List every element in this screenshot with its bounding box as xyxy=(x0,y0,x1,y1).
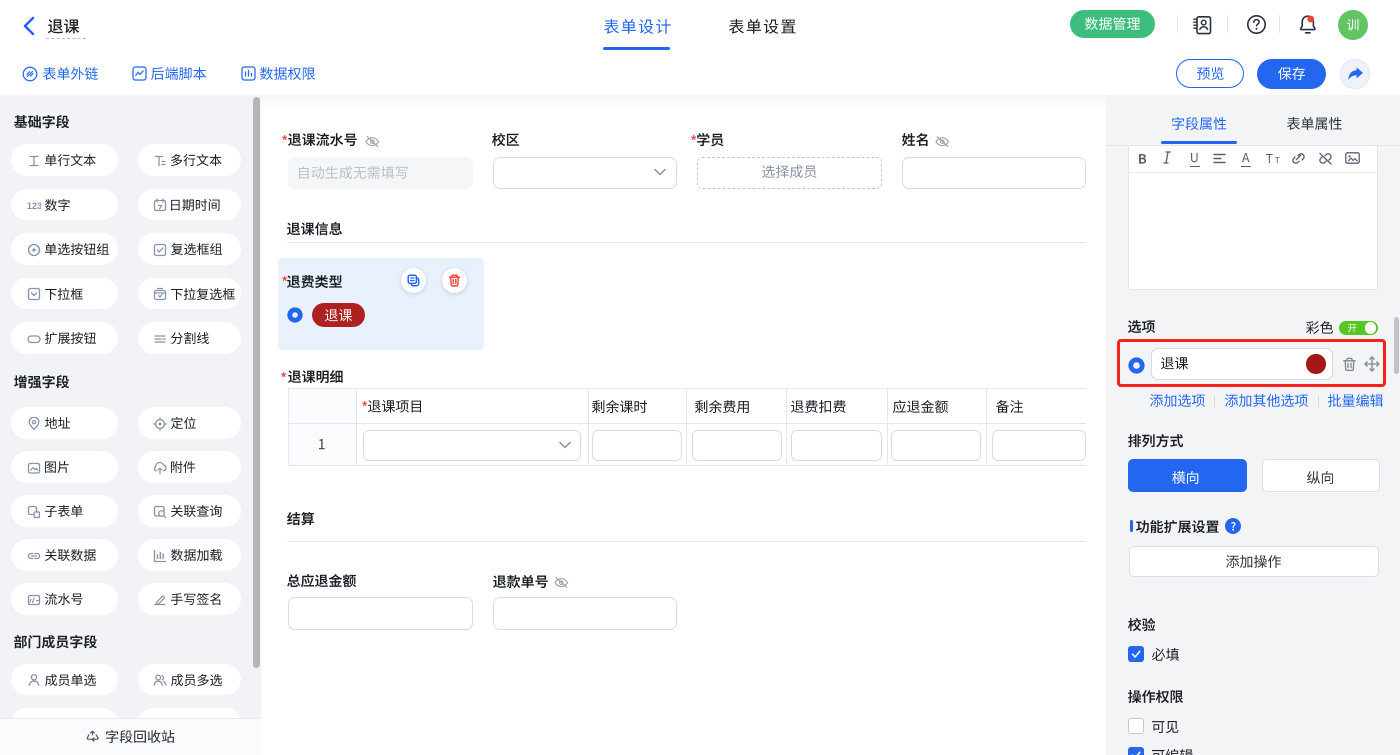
svg-text:123: 123 xyxy=(27,201,41,211)
